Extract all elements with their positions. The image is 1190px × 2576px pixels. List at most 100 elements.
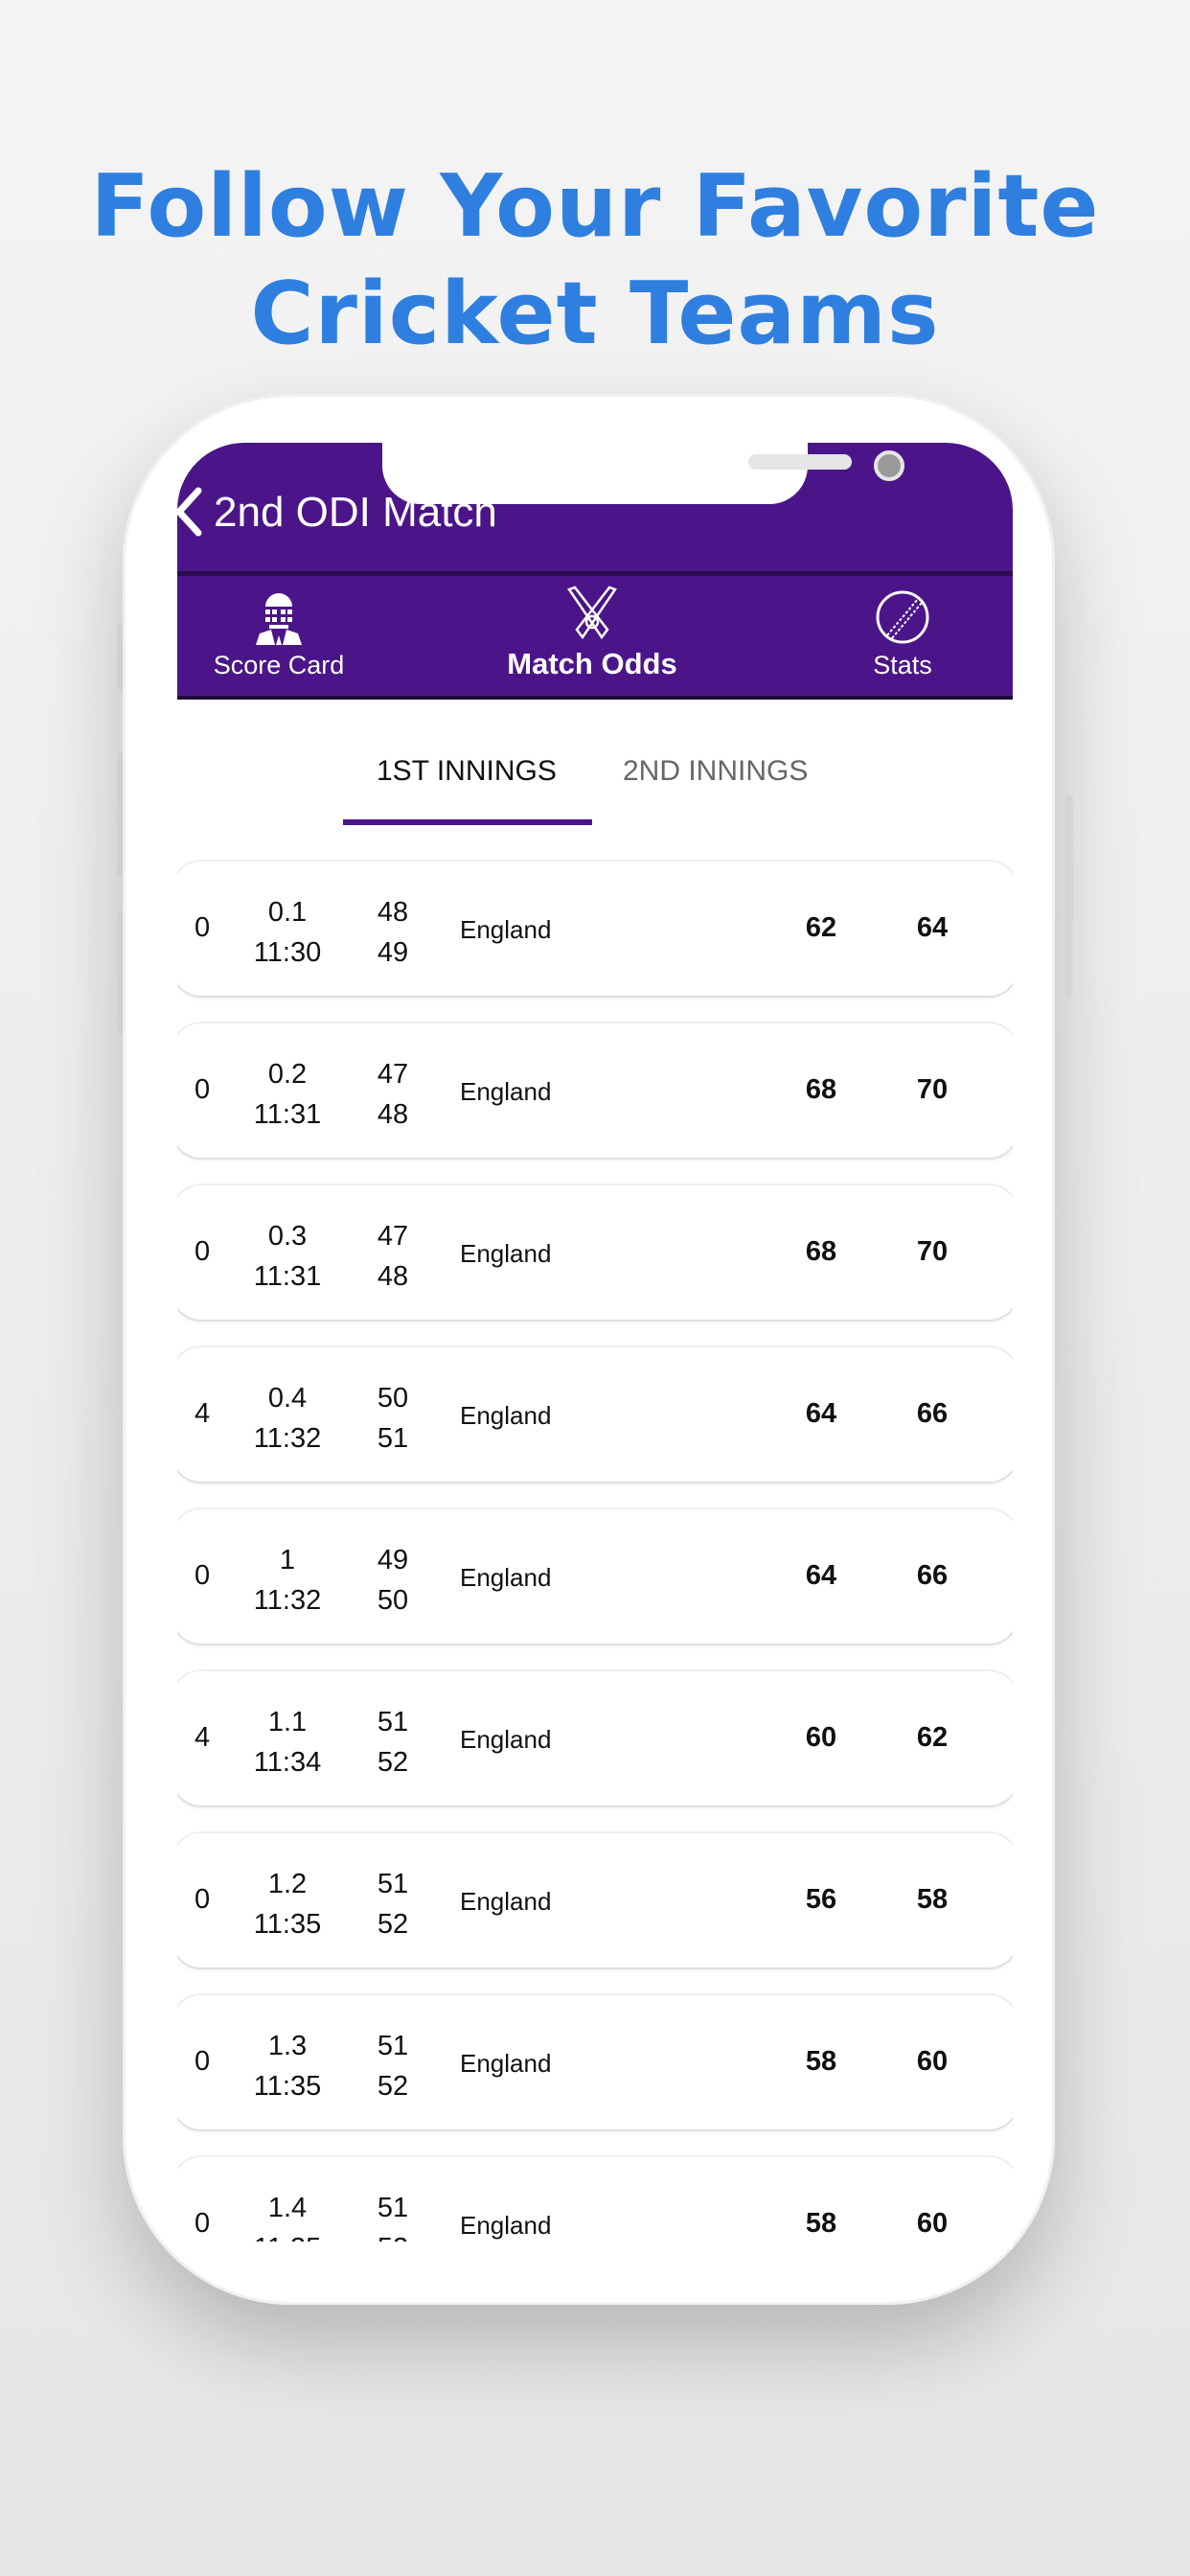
odd-2-cell-odd2: 70 <box>916 1074 949 1105</box>
crossed-bats-icon <box>567 586 617 640</box>
tab-score-card[interactable]: Score Card <box>177 576 403 696</box>
rate-cell: 5152 <box>345 2026 441 2106</box>
table-row[interactable]: 0 0.3 11:31 47 48 England 68 70 <box>177 1185 1013 1320</box>
over-time-cell-over: 0.3 <box>267 1221 308 1252</box>
table-row[interactable]: 0 0.1 11:30 48 49 England 62 64 <box>177 862 1013 996</box>
over-time-cell-over: 0.4 <box>267 1383 308 1414</box>
promo-headline: Follow Your Favorite Cricket Teams <box>0 153 1190 368</box>
odd-2-cell-odd2: 66 <box>916 1398 949 1429</box>
odd-1-cell-odd1: 58 <box>805 2046 837 2077</box>
over-time-cell-over: 0.2 <box>267 1059 308 1090</box>
team-cell-team: England <box>460 1725 552 1754</box>
tab-1st-innings[interactable]: 1ST INNINGS <box>377 755 557 788</box>
chevron-left-icon[interactable] <box>177 483 217 540</box>
rate-cell: 5152 <box>345 2188 441 2249</box>
over-time-cell: 0.3 11:31 <box>230 1216 345 1297</box>
headline-line-1: Follow Your Favorite <box>90 156 1100 257</box>
team-cell: England <box>460 2049 551 2079</box>
odd-2-cell: 70 <box>884 1236 980 1268</box>
runs-cell-runs: 0 <box>195 1560 211 1591</box>
batsman-icon <box>256 593 302 645</box>
over-time-cell-over: 1.4 <box>267 2193 308 2223</box>
table-row[interactable]: 0 1.3 11:35 51 52 England 58 60 <box>177 1995 1013 2129</box>
rate-cell-a: 51 <box>377 2031 409 2061</box>
runs-cell-runs: 0 <box>195 1884 211 1915</box>
odd-2-cell: 70 <box>884 1074 980 1106</box>
odd-1-cell: 58 <box>773 2046 869 2078</box>
team-cell-team: England <box>460 1887 552 1916</box>
runs-cell-runs: 0 <box>195 1236 211 1267</box>
odd-2-cell-odd2: 58 <box>916 1884 949 1915</box>
odd-1-cell: 60 <box>773 1722 869 1754</box>
rate-cell: 5152 <box>345 1702 441 1782</box>
odd-2-cell: 62 <box>884 1722 980 1754</box>
rate-cell-a: 49 <box>377 1545 409 1576</box>
rate-cell: 50 51 <box>345 1378 441 1459</box>
phone-notch <box>382 443 904 504</box>
over-time-cell: 0.2 11:31 <box>230 1054 345 1135</box>
odd-1-cell: 62 <box>773 912 869 944</box>
team-cell-team: England <box>460 1077 552 1106</box>
odd-2-cell: 60 <box>884 2208 980 2240</box>
rate-cell-a: 51 <box>377 1869 409 1899</box>
tab-2nd-innings[interactable]: 2ND INNINGS <box>623 755 808 788</box>
runs-cell: 0 <box>195 1236 210 1268</box>
over-time-cell-time: 11:31 <box>253 1261 322 1292</box>
rate-cell-a: 47 <box>377 1221 409 1252</box>
rate-cell-b: 48 <box>377 1261 409 1292</box>
over-time-cell: 1.3 11:35 <box>230 2026 345 2106</box>
odd-2-cell-odd2: 60 <box>916 2208 949 2239</box>
phone-button <box>1065 795 1073 997</box>
runs-cell-runs: 4 <box>195 1722 211 1753</box>
tab-match-odds[interactable]: Match Odds <box>468 576 717 696</box>
odd-2-cell-odd2: 70 <box>916 1236 949 1267</box>
over-time-cell-time: 11:32 <box>253 1423 322 1454</box>
over-time-cell-time: 11:35 <box>253 1909 322 1940</box>
table-row[interactable]: 0 1.2 11:35 51 52 England 56 58 <box>177 1833 1013 1967</box>
cricket-ball-icon <box>876 590 929 644</box>
runs-cell: 0 <box>195 2046 210 2078</box>
table-row[interactable]: 0 1.411:355152 England 58 60 <box>177 2157 1013 2249</box>
team-cell-team: England <box>460 1401 552 1430</box>
tab-stats[interactable]: Stats <box>778 576 1013 696</box>
odd-1-cell-odd1: 64 <box>805 1398 837 1429</box>
table-row[interactable]: 4 0.4 11:32 50 51 England 64 66 <box>177 1347 1013 1482</box>
table-row[interactable]: 0 0.2 11:31 47 48 England 68 70 <box>177 1024 1013 1158</box>
odd-2-cell-odd2: 66 <box>916 1560 949 1591</box>
over-time-cell-time: 11:30 <box>253 937 322 968</box>
rate-cell-b: 51 <box>377 1423 409 1454</box>
tab-label: Match Odds <box>507 647 677 680</box>
rate-cell: 49 50 <box>345 1540 441 1621</box>
headline-line-2: Cricket Teams <box>250 264 940 364</box>
odd-2-cell: 66 <box>884 1398 980 1430</box>
odd-2-cell-odd2: 60 <box>916 2046 949 2077</box>
over-time-cell-over: 1.3 <box>267 2031 308 2061</box>
odd-1-cell: 68 <box>773 1236 869 1268</box>
over-time-cell-time: 11:34 <box>253 1747 322 1778</box>
over-time-cell-time: 11:35 <box>253 2071 322 2102</box>
over-time-cell: 1.2 11:35 <box>230 1864 345 1944</box>
over-time-cell-time: 11:31 <box>253 1099 322 1130</box>
odd-1-cell-odd1: 60 <box>805 1722 837 1753</box>
team-cell: England <box>460 1401 551 1431</box>
table-row[interactable]: 4 1.1 11:34 51 52 England 60 62 <box>177 1671 1013 1806</box>
odd-2-cell-odd2: 64 <box>916 912 949 943</box>
bottom-edge <box>177 2242 1013 2249</box>
team-cell: England <box>460 1725 551 1755</box>
odd-2-cell: 60 <box>884 2046 980 2078</box>
odd-1-cell: 68 <box>773 1074 869 1106</box>
rate-cell-b: 52 <box>377 1747 409 1778</box>
table-row[interactable]: 0 1 11:32 49 50 England 64 66 <box>177 1509 1013 1644</box>
over-time-cell-time: 11:32 <box>253 1585 322 1616</box>
odd-1-cell: 64 <box>773 1398 869 1430</box>
odd-2-cell: 64 <box>884 912 980 944</box>
rate-cell-b: 49 <box>377 937 409 968</box>
rate-cell-b: 48 <box>377 1099 409 1130</box>
runs-cell: 0 <box>195 1560 210 1592</box>
over-time-cell-over: 1.1 <box>267 1707 308 1737</box>
speaker <box>748 454 852 470</box>
runs-cell: 4 <box>195 1722 210 1754</box>
rate-cell-a: 48 <box>377 897 409 928</box>
team-cell: England <box>460 1077 551 1107</box>
odd-1-cell: 64 <box>773 1560 869 1592</box>
